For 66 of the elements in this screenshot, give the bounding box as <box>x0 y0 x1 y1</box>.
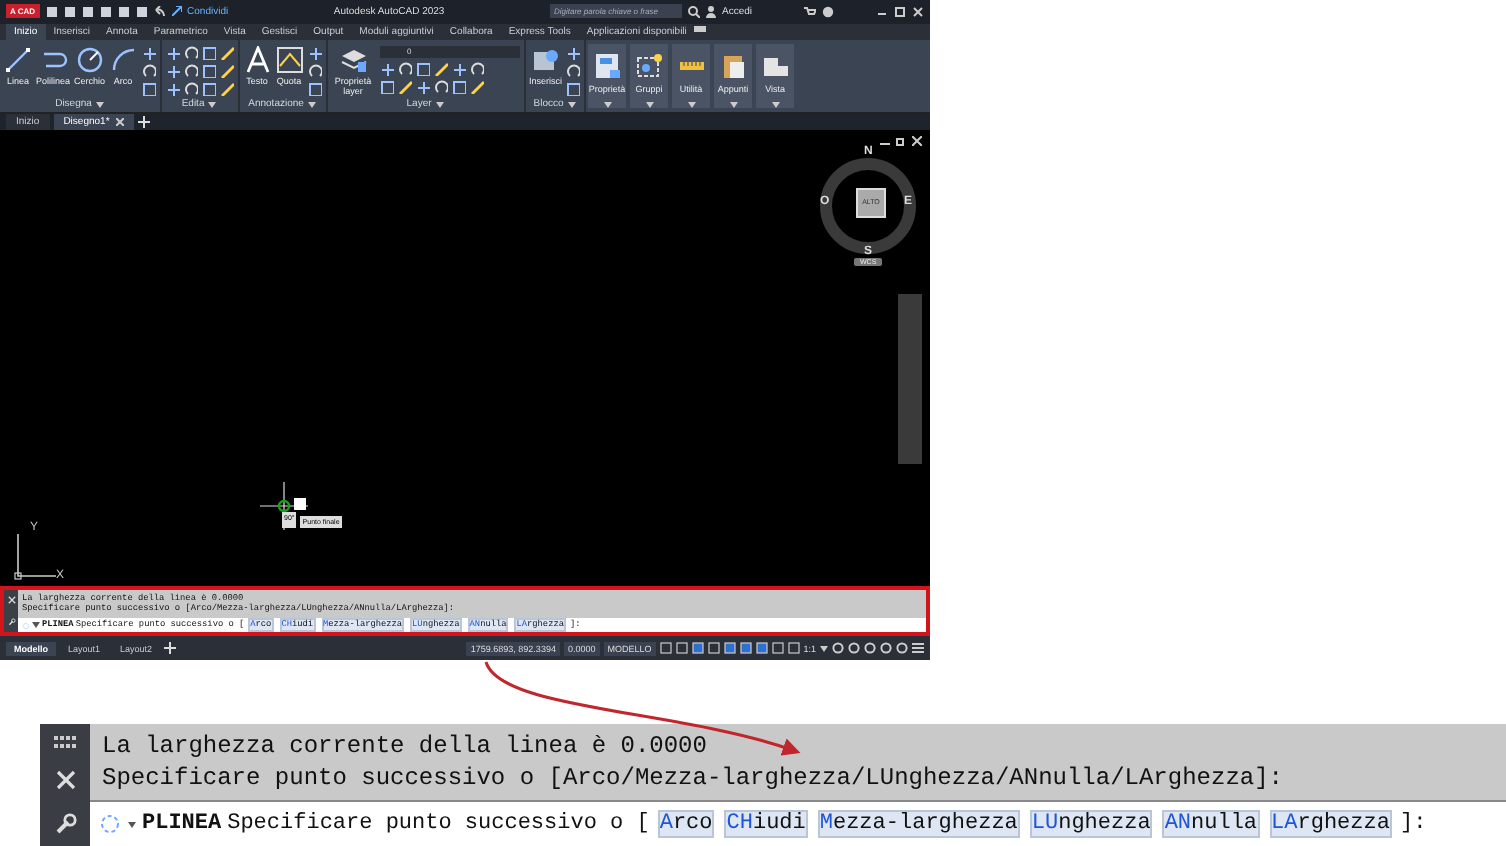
tool-icon <box>141 45 156 60</box>
groups-icon <box>635 51 664 80</box>
close-icon <box>912 135 922 146</box>
tool-icon <box>165 81 180 96</box>
command-option[interactable]: LArghezza <box>1269 810 1392 838</box>
close-icon <box>55 769 75 789</box>
line-icon <box>4 45 32 74</box>
command-option[interactable]: CHiudi <box>724 810 808 838</box>
restore-icon <box>896 135 906 146</box>
close-icon <box>912 5 924 18</box>
caret-icon <box>729 101 738 108</box>
search-icon <box>687 5 700 18</box>
circle-icon <box>75 45 104 74</box>
caret-icon <box>603 101 612 108</box>
command-option[interactable]: LUnghezza <box>1029 810 1153 838</box>
block-icon <box>531 45 560 74</box>
cart-icon <box>804 5 816 18</box>
caret-icon <box>820 645 828 651</box>
tool-icon <box>451 61 466 76</box>
caret-icon <box>435 101 444 108</box>
ucs-axes-icon <box>12 533 56 582</box>
plus-icon <box>164 642 177 654</box>
command-history-line: La larghezza corrente della linea è 0.0000 <box>100 730 709 762</box>
layer-stack-icon <box>339 45 368 74</box>
command-icon <box>22 621 30 630</box>
command-history-line: Specificare punto successivo o [Arco/Mezza-larghezza/LUnghezza/ANnulla/LArghezza]: <box>100 762 1285 794</box>
properties-icon <box>593 51 622 80</box>
wrench-icon <box>53 811 77 835</box>
caret-icon <box>95 101 104 108</box>
tool-icon <box>165 45 180 60</box>
tool-icon <box>566 45 581 60</box>
tool-icon <box>415 79 430 94</box>
command-prompt: Specificare punto successivo o [ <box>227 812 650 836</box>
command-option[interactable]: Arco <box>657 810 715 838</box>
caret-icon <box>32 622 40 629</box>
dimension-icon <box>275 45 304 74</box>
user-icon <box>705 5 716 18</box>
grip-icon <box>53 735 77 747</box>
close-icon <box>7 596 15 605</box>
tool-icon <box>165 63 180 78</box>
text-icon <box>243 45 272 74</box>
maximize-icon <box>894 5 906 18</box>
command-option[interactable]: Mezza-larghezza <box>817 810 1020 838</box>
command-icon <box>98 812 122 836</box>
arc-icon <box>109 45 138 74</box>
plus-icon <box>137 113 150 130</box>
menu-icon <box>912 642 924 654</box>
close-icon <box>115 117 124 126</box>
clipboard-icon <box>719 51 748 80</box>
caret-icon <box>208 101 217 108</box>
prompt-end: ]: <box>1399 812 1427 836</box>
snap-marker-icon <box>294 497 306 510</box>
caret-icon <box>567 101 576 108</box>
caret-icon <box>771 101 780 108</box>
tool-icon <box>379 61 394 76</box>
tool-icon <box>307 45 322 60</box>
wrench-icon <box>7 617 15 626</box>
caret-icon <box>645 101 654 108</box>
caret-icon <box>128 821 136 827</box>
caret-icon <box>307 101 316 108</box>
command-option[interactable]: ANnulla <box>1162 810 1260 838</box>
undo-icon <box>153 5 166 18</box>
command-name: PLINEA <box>142 812 222 836</box>
share-icon <box>171 6 182 17</box>
caret-icon <box>687 101 696 108</box>
panel-toggle-icon <box>694 23 711 34</box>
